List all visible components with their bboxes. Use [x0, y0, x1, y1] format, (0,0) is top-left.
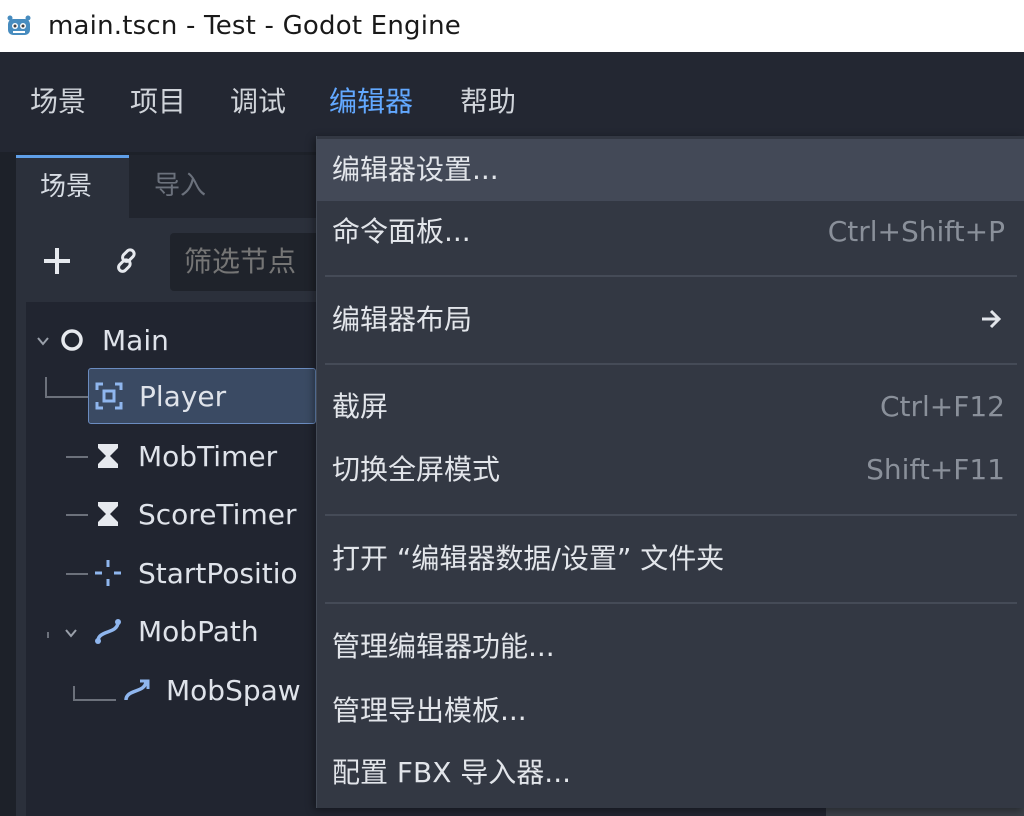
menu-item-label: 编辑器布局: [332, 303, 473, 336]
tree-node-player[interactable]: Player: [88, 368, 316, 424]
menu-item-shortcut: Shift+F11: [866, 453, 1005, 486]
submenu-arrow-icon: [982, 309, 1002, 329]
menu-separator: [325, 602, 1017, 604]
filter-nodes-input[interactable]: [170, 233, 330, 291]
menu-project[interactable]: 项目: [130, 82, 186, 122]
menu-help[interactable]: 帮助: [460, 82, 516, 122]
menu-item-label: 命令面板...: [332, 215, 471, 248]
menu-item-shortcut: Ctrl+F12: [879, 390, 1005, 423]
menu-separator: [325, 514, 1017, 516]
instance-scene-button[interactable]: [102, 233, 152, 289]
tab-import[interactable]: 导入: [154, 155, 206, 218]
menu-manage-features[interactable]: 管理编辑器功能...: [317, 616, 1024, 678]
menu-command-palette[interactable]: 命令面板... Ctrl+Shift+P: [317, 201, 1024, 263]
menu-separator: [325, 363, 1017, 365]
menu-item-label: 打开 “编辑器数据/设置” 文件夹: [332, 542, 725, 575]
tree-node-mobpath[interactable]: MobPath: [90, 605, 259, 657]
tree-node-startposition[interactable]: StartPositio: [90, 547, 298, 599]
menu-item-label: 编辑器设置...: [332, 153, 499, 186]
tree-node-label: ScoreTimer: [138, 497, 297, 531]
menu-manage-export-templates[interactable]: 管理导出模板...: [317, 680, 1024, 742]
menu-editor[interactable]: 编辑器: [329, 82, 413, 122]
node-circle-icon: [54, 322, 90, 358]
path2d-icon: [90, 613, 126, 649]
tab-scene[interactable]: 场景: [16, 155, 129, 218]
link-icon: [117, 248, 136, 273]
menu-screenshot[interactable]: 截屏 Ctrl+F12: [317, 376, 1024, 438]
menu-item-label: 配置 FBX 导入器...: [332, 756, 571, 789]
add-node-button[interactable]: [32, 233, 82, 289]
menu-item-label: 管理编辑器功能...: [332, 630, 555, 663]
menu-editor-layout[interactable]: 编辑器布局: [317, 289, 1024, 351]
menu-item-label: 截屏: [332, 390, 389, 423]
menu-item-label: 切换全屏模式: [332, 453, 501, 486]
menu-toggle-fullscreen[interactable]: 切换全屏模式 Shift+F11: [317, 439, 1024, 501]
plus-icon: [44, 248, 70, 274]
menu-item-label: 管理导出模板...: [332, 694, 527, 727]
tree-node-label: Main: [102, 323, 169, 357]
tree-node-scoretimer[interactable]: ScoreTimer: [90, 488, 296, 540]
dock-tab-bar: 场景 导入: [16, 155, 316, 218]
title-bar: main.tscn - Test - Godot Engine: [0, 0, 1024, 52]
pathfollow2d-icon: [118, 672, 154, 708]
tree-node-mobtimer-row[interactable]: MobTimer: [90, 430, 277, 482]
menu-open-data-folder[interactable]: 打开 “编辑器数据/设置” 文件夹: [317, 528, 1024, 590]
menu-item-shortcut: Ctrl+Shift+P: [827, 215, 1005, 248]
tree-node-label: StartPositio: [138, 556, 298, 590]
tree-node-label: MobSpaw: [166, 673, 301, 707]
menu-editor-settings[interactable]: 编辑器设置...: [317, 139, 1024, 201]
menu-debug[interactable]: 调试: [230, 82, 286, 122]
tree-node-main[interactable]: Main: [54, 314, 169, 366]
tree-node-label: MobTimer: [138, 439, 278, 473]
hourglass-icon: [90, 496, 126, 532]
window-title: main.tscn - Test - Godot Engine: [48, 11, 461, 41]
godot-logo-icon: [7, 15, 31, 35]
bottom-panel-edge: [826, 808, 1024, 816]
menu-configure-fbx-importer[interactable]: 配置 FBX 导入器...: [317, 742, 1024, 804]
area2d-icon: [91, 378, 127, 414]
hourglass-icon: [90, 438, 126, 474]
position2d-icon: [90, 555, 126, 591]
editor-menu-popup: 编辑器设置... 命令面板... Ctrl+Shift+P 编辑器布局 截屏 C…: [316, 136, 1024, 808]
menu-separator: [325, 275, 1017, 277]
tree-node-mobspawn[interactable]: MobSpaw: [118, 664, 301, 716]
tree-node-label: MobPath: [138, 614, 259, 648]
tree-node-label: Player: [139, 379, 227, 413]
menu-scene[interactable]: 场景: [30, 82, 86, 122]
